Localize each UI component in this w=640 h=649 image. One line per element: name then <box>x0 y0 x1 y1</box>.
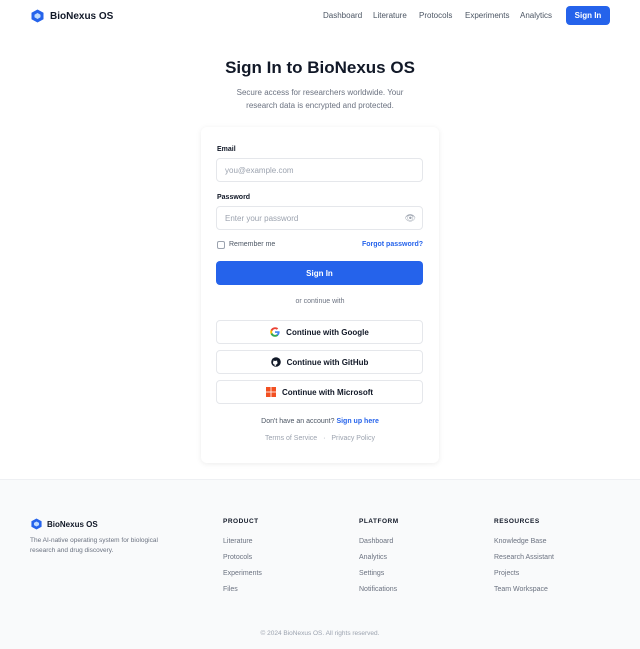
footer-link-team-workspace[interactable]: Team Workspace <box>494 586 548 593</box>
nav-link-experiments[interactable]: Experiments <box>465 11 509 20</box>
sign-up-link[interactable]: Sign up here <box>336 418 378 425</box>
nav-link-protocols[interactable]: Protocols <box>419 11 452 20</box>
footer-heading-product: PRODUCT <box>223 518 259 525</box>
nav-link-analytics[interactable]: Analytics <box>520 11 552 20</box>
privacy-link[interactable]: Privacy Policy <box>331 435 375 442</box>
footer-link-notifications[interactable]: Notifications <box>359 586 397 593</box>
legal-separator: · <box>323 435 326 442</box>
footer-link-analytics[interactable]: Analytics <box>359 554 387 561</box>
continue-with-google-button[interactable]: Continue with Google <box>216 320 423 344</box>
nav-link-dashboard[interactable]: Dashboard <box>323 11 362 20</box>
footer-link-dashboard[interactable]: Dashboard <box>359 538 393 545</box>
forgot-password-link[interactable]: Forgot password? <box>362 241 423 248</box>
footer-brand[interactable]: BioNexus OS <box>31 518 98 530</box>
email-placeholder: you@example.com <box>225 165 294 175</box>
nav-link-literature[interactable]: Literature <box>373 11 407 20</box>
continue-with-github-button[interactable]: Continue with GitHub <box>216 350 423 374</box>
top-navbar: BioNexus OS Dashboard Literature Protoco… <box>0 0 640 32</box>
header-sign-in-button[interactable]: Sign In <box>566 6 610 25</box>
brand-name: BioNexus OS <box>50 10 114 22</box>
terms-link[interactable]: Terms of Service <box>265 435 317 442</box>
github-button-label: Continue with GitHub <box>286 357 369 367</box>
sign-in-button[interactable]: Sign In <box>216 261 423 285</box>
footer-link-projects[interactable]: Projects <box>494 570 519 577</box>
email-label: Email <box>217 146 236 153</box>
footer-link-literature[interactable]: Literature <box>223 538 253 545</box>
footer-brand-name: BioNexus OS <box>47 519 98 529</box>
continue-with-microsoft-button[interactable]: Continue with Microsoft <box>216 380 423 404</box>
page-title: Sign In to BioNexus OS <box>225 58 415 77</box>
password-label: Password <box>217 194 251 201</box>
microsoft-button-label: Continue with Microsoft <box>281 387 374 397</box>
footer-link-settings[interactable]: Settings <box>359 570 384 577</box>
password-field[interactable]: Enter your password 👁 <box>216 206 423 230</box>
hexagon-logo-icon <box>31 9 44 23</box>
signup-prompt-text: Don't have an account? <box>261 418 335 425</box>
footer-heading-resources: RESOURCES <box>494 518 540 525</box>
brand-logo[interactable]: BioNexus OS <box>31 9 113 23</box>
microsoft-icon <box>265 387 276 397</box>
divider-text: or continue with <box>295 298 345 305</box>
sign-in-card: Email you@example.com Password Enter you… <box>201 127 439 463</box>
github-icon <box>270 357 281 367</box>
page-subtitle: Secure access for researchers worldwide.… <box>236 88 404 110</box>
legal-links: Terms of Service · Privacy Policy <box>201 435 439 442</box>
footer-link-experiments[interactable]: Experiments <box>223 570 262 577</box>
site-footer: BioNexus OS The AI-native operating syst… <box>0 479 640 649</box>
footer-link-protocols[interactable]: Protocols <box>223 554 252 561</box>
remember-me-checkbox[interactable] <box>217 241 225 249</box>
footer-heading-platform: PLATFORM <box>359 518 399 525</box>
remember-me-label: Remember me <box>229 241 276 248</box>
copyright-text: © 2024 BioNexus OS. All rights reserved. <box>260 630 380 637</box>
eye-icon[interactable]: 👁 <box>405 213 416 224</box>
email-field[interactable]: you@example.com <box>216 158 423 182</box>
footer-description: The AI-native operating system for biolo… <box>30 537 158 554</box>
footer-link-research-assistant[interactable]: Research Assistant <box>494 554 554 561</box>
google-button-label: Continue with Google <box>286 327 369 337</box>
signup-prompt: Don't have an account? Sign up here <box>201 418 439 425</box>
footer-link-files[interactable]: Files <box>223 586 238 593</box>
hexagon-logo-icon <box>31 518 42 530</box>
footer-link-knowledge-base[interactable]: Knowledge Base <box>494 538 547 545</box>
google-icon <box>270 327 280 337</box>
password-placeholder: Enter your password <box>225 213 299 223</box>
